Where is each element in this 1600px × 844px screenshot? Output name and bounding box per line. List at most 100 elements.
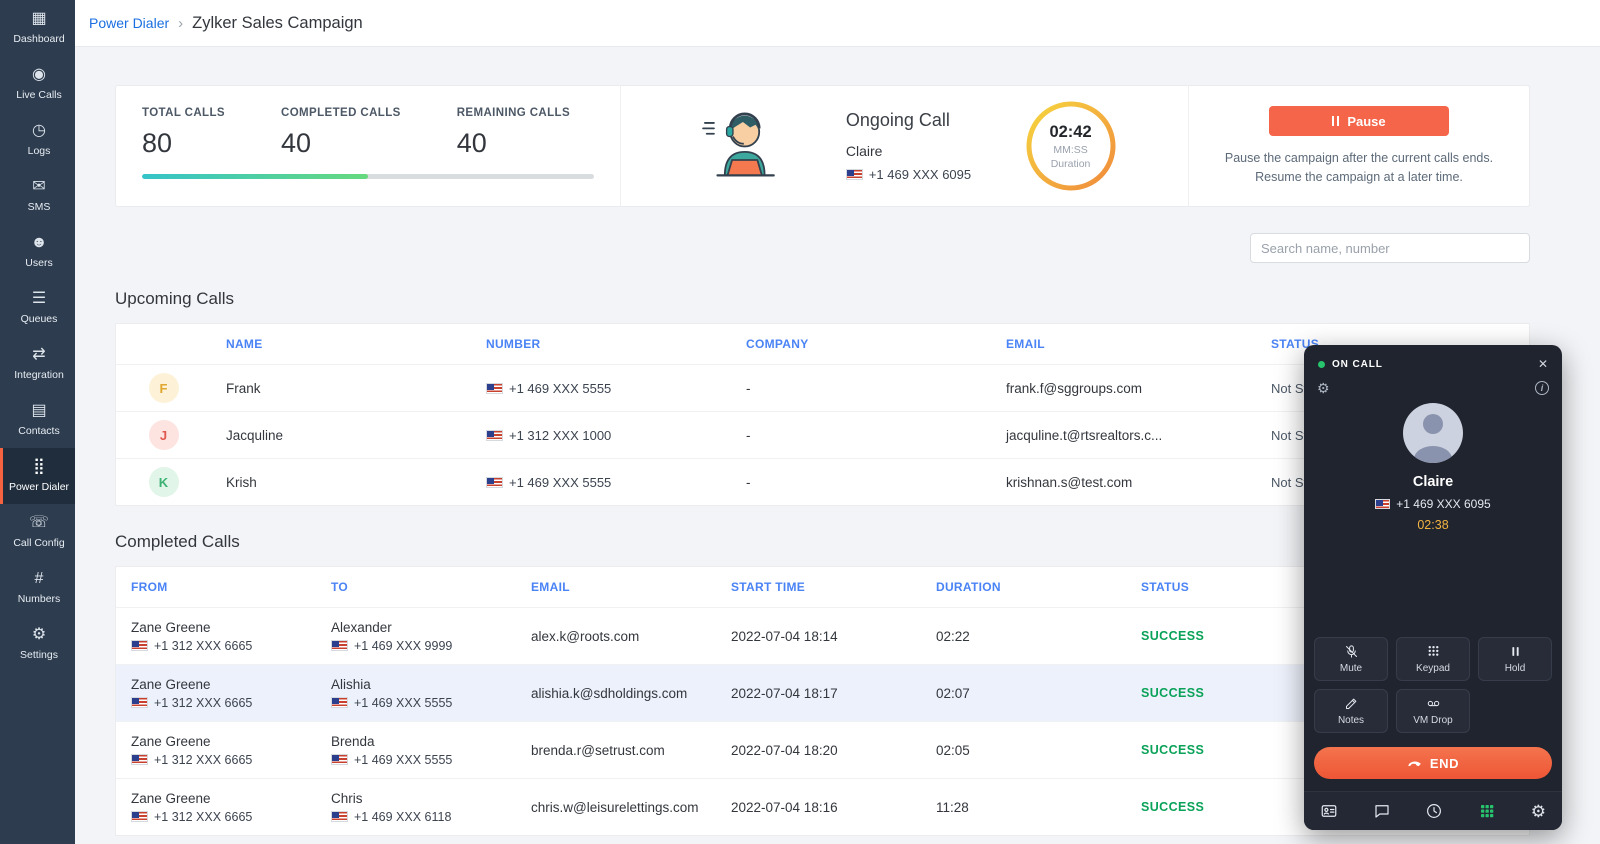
chat-icon[interactable] [1373,802,1391,820]
progress-fill [142,174,368,179]
mic-off-icon [1344,644,1359,659]
sidebar-item-users[interactable]: ☻ Users [0,224,75,280]
header-email: EMAIL [516,580,716,594]
stat-value: 40 [457,128,570,159]
call-duration: 11:28 [921,800,1126,815]
contact-number: +1 469 XXX 5555 [509,381,611,396]
from-number: +1 312 XXX 6665 [154,810,252,824]
timer-label: Duration [1051,158,1091,170]
widget-gear-icon[interactable]: ⚙ [1531,803,1546,820]
contact-email: jacquline.t@rtsrealtors.c... [991,428,1256,443]
header-from: FROM [116,580,316,594]
on-call-status-label: ON CALL [1332,359,1383,370]
from-name: Zane Greene [131,734,316,749]
sidebar-item-integration[interactable]: ⇄ Integration [0,336,75,392]
header-name: NAME [211,337,471,351]
voicemail-icon [1426,696,1441,711]
call-email: chris.w@leisurelettings.com [516,800,716,815]
campaign-summary-panel: TOTAL CALLS 80 COMPLETED CALLS 40 REMAIN… [115,85,1530,207]
call-duration: 02:22 [921,629,1126,644]
us-flag-icon [486,477,503,488]
on-call-status-dot [1318,361,1325,368]
sidebar-item-sms[interactable]: ✉ SMS [0,168,75,224]
from-name: Zane Greene [131,620,316,635]
close-icon[interactable]: ✕ [1538,357,1548,371]
us-flag-icon [331,640,348,651]
sidebar-item-label: Power Dialer [9,481,69,493]
sidebar-item-power-dialer[interactable]: ⣿ Power Dialer [0,448,75,504]
from-number: +1 312 XXX 6665 [154,696,252,710]
sidebar: ▦ Dashboard ◉ Live Calls ◷ Logs ✉ SMS ☻ … [0,0,75,844]
sidebar-item-live-calls[interactable]: ◉ Live Calls [0,56,75,112]
sidebar-item-dashboard[interactable]: ▦ Dashboard [0,0,75,56]
contact-card-icon[interactable] [1320,802,1338,820]
header-to: TO [316,580,516,594]
vm-drop-button[interactable]: VM Drop [1396,689,1470,733]
sidebar-item-logs[interactable]: ◷ Logs [0,112,75,168]
page-title: Zylker Sales Campaign [192,14,363,33]
contact-name: Frank [211,381,471,396]
breadcrumb-parent-link[interactable]: Power Dialer [89,15,169,31]
sidebar-item-label: Queues [21,313,58,325]
settings-icon: ⚙ [32,627,46,643]
notes-label: Notes [1338,715,1364,726]
call-config-icon: ☏ [29,515,49,531]
header-number: NUMBER [471,337,731,351]
pause-description-line2: Resume the campaign at a later time. [1225,168,1493,186]
us-flag-icon [331,811,348,822]
us-flag-icon [331,697,348,708]
to-name: Alishia [331,677,516,692]
vm-drop-label: VM Drop [1413,715,1452,726]
caller-avatar [1403,403,1463,463]
pause-icon [1332,116,1339,126]
integration-icon: ⇄ [32,347,45,363]
end-call-button[interactable]: END [1314,747,1552,779]
sidebar-item-queues[interactable]: ☰ Queues [0,280,75,336]
mute-label: Mute [1340,663,1362,674]
ongoing-call-title: Ongoing Call [846,110,971,131]
hold-pause-icon [1508,644,1523,659]
chevron-right-icon: › [178,15,183,32]
keypad-button[interactable]: Keypad [1396,637,1470,681]
sidebar-item-settings[interactable]: ⚙ Settings [0,616,75,672]
widget-settings-icon[interactable]: ⚙ [1317,381,1330,395]
call-start-time: 2022-07-04 18:14 [716,629,921,644]
contact-number: +1 469 XXX 5555 [509,475,611,490]
sidebar-item-label: Logs [28,145,51,157]
sidebar-item-call-config[interactable]: ☏ Call Config [0,504,75,560]
breadcrumb: Power Dialer › Zylker Sales Campaign [75,0,1600,47]
call-email: alishia.k@sdholdings.com [516,686,716,701]
from-name: Zane Greene [131,677,316,692]
stat-label: REMAINING CALLS [457,107,570,119]
us-flag-icon [486,430,503,441]
numbers-icon: # [35,571,44,587]
to-number: +1 469 XXX 5555 [354,696,452,710]
to-number: +1 469 XXX 6118 [354,810,451,824]
header-duration: DURATION [921,580,1126,594]
call-start-time: 2022-07-04 18:16 [716,800,921,815]
stat-completed-calls: COMPLETED CALLS 40 [281,107,401,159]
upcoming-calls-title: Upcoming Calls [115,289,1530,309]
to-name: Alexander [331,620,516,635]
call-duration-ring: 02:42 MM:SS Duration [1025,100,1117,192]
to-name: Chris [331,791,516,806]
hold-button[interactable]: Hold [1478,637,1552,681]
sidebar-item-label: Dashboard [13,33,64,45]
us-flag-icon [131,754,148,765]
sidebar-item-numbers[interactable]: # Numbers [0,560,75,616]
pause-button[interactable]: Pause [1269,106,1449,136]
apps-grid-icon[interactable] [1478,802,1496,820]
us-flag-icon [1375,499,1390,509]
call-stats-card: TOTAL CALLS 80 COMPLETED CALLS 40 REMAIN… [116,86,621,206]
us-flag-icon [131,811,148,822]
mute-button[interactable]: Mute [1314,637,1388,681]
logs-icon: ◷ [32,123,46,139]
sidebar-item-contacts[interactable]: ▤ Contacts [0,392,75,448]
info-icon[interactable] [1535,381,1549,395]
call-email: alex.k@roots.com [516,629,716,644]
to-number: +1 469 XXX 5555 [354,753,452,767]
notes-button[interactable]: Notes [1314,689,1388,733]
history-clock-icon[interactable] [1425,802,1443,820]
sidebar-item-label: SMS [28,201,51,213]
search-input[interactable] [1250,233,1530,263]
